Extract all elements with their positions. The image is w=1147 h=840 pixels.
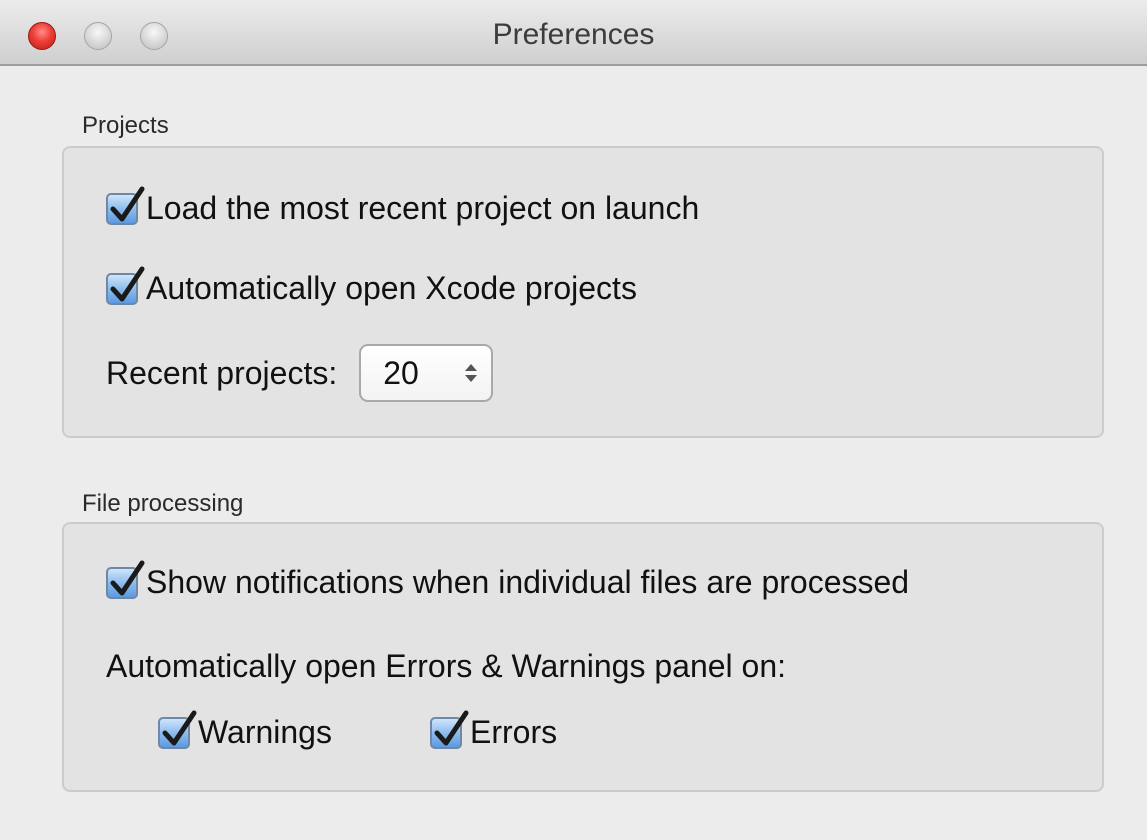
load-recent-project-checkbox[interactable] (106, 186, 145, 225)
show-notifications-row[interactable]: Show notifications when individual files… (106, 560, 910, 601)
errors-checkbox[interactable] (430, 710, 469, 749)
title-bar[interactable]: Preferences (0, 0, 1147, 66)
stepper-up-icon[interactable] (465, 364, 478, 371)
checkmark-icon (162, 710, 197, 745)
load-recent-project-label: Load the most recent project on launch (146, 190, 700, 226)
checkmark-icon (110, 560, 145, 595)
show-notifications-checkbox[interactable] (106, 560, 145, 599)
checkmark-icon (110, 186, 145, 221)
stepper-down-icon[interactable] (465, 375, 478, 382)
recent-projects-value: 20 (383, 354, 419, 391)
open-xcode-projects-label: Automatically open Xcode projects (146, 270, 637, 306)
errors-row[interactable]: Errors (430, 710, 558, 751)
open-xcode-projects-checkbox[interactable] (106, 266, 145, 305)
open-xcode-projects-row[interactable]: Automatically open Xcode projects (106, 266, 637, 307)
warnings-row[interactable]: Warnings (158, 710, 332, 751)
file-processing-section-label: File processing (82, 490, 244, 517)
recent-projects-row: Recent projects: 20 (106, 344, 494, 402)
auto-open-panel-label: Automatically open Errors & Warnings pan… (106, 648, 787, 684)
window-title: Preferences (492, 18, 655, 51)
errors-label: Errors (470, 714, 558, 750)
warnings-checkbox[interactable] (158, 710, 197, 749)
checkmark-icon (434, 710, 469, 745)
load-recent-project-row[interactable]: Load the most recent project on launch (106, 186, 700, 227)
warnings-label: Warnings (198, 714, 332, 750)
recent-projects-label: Recent projects: (106, 354, 338, 391)
show-notifications-label: Show notifications when individual files… (146, 564, 910, 600)
checkmark-icon (110, 266, 145, 301)
projects-section-label: Projects (82, 112, 169, 139)
preferences-window: Preferences Projects Load the most recen… (0, 0, 1147, 840)
stepper-arrows-icon[interactable] (465, 364, 478, 382)
recent-projects-stepper[interactable]: 20 (359, 344, 494, 402)
